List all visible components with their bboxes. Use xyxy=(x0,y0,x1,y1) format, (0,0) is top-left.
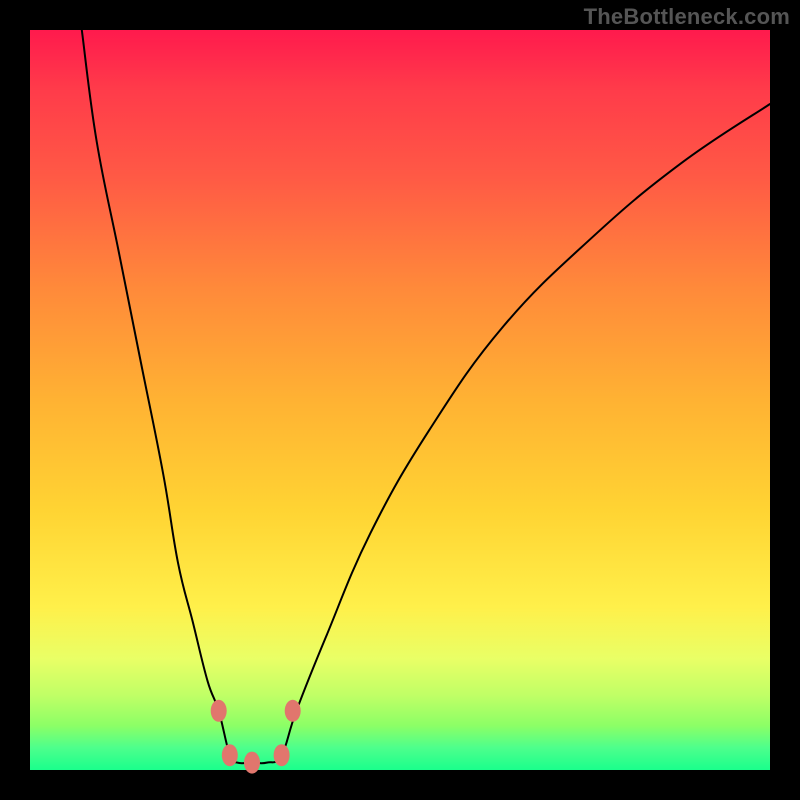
curve-marker xyxy=(274,744,290,766)
curve-marker xyxy=(211,700,227,722)
curve-path xyxy=(82,30,770,763)
chart-frame: TheBottleneck.com xyxy=(0,0,800,800)
chart-plot-area xyxy=(30,30,770,770)
watermark-text: TheBottleneck.com xyxy=(584,4,790,30)
curve-marker xyxy=(285,700,301,722)
bottleneck-curve xyxy=(30,30,770,770)
curve-marker xyxy=(244,752,260,774)
curve-marker xyxy=(222,744,238,766)
